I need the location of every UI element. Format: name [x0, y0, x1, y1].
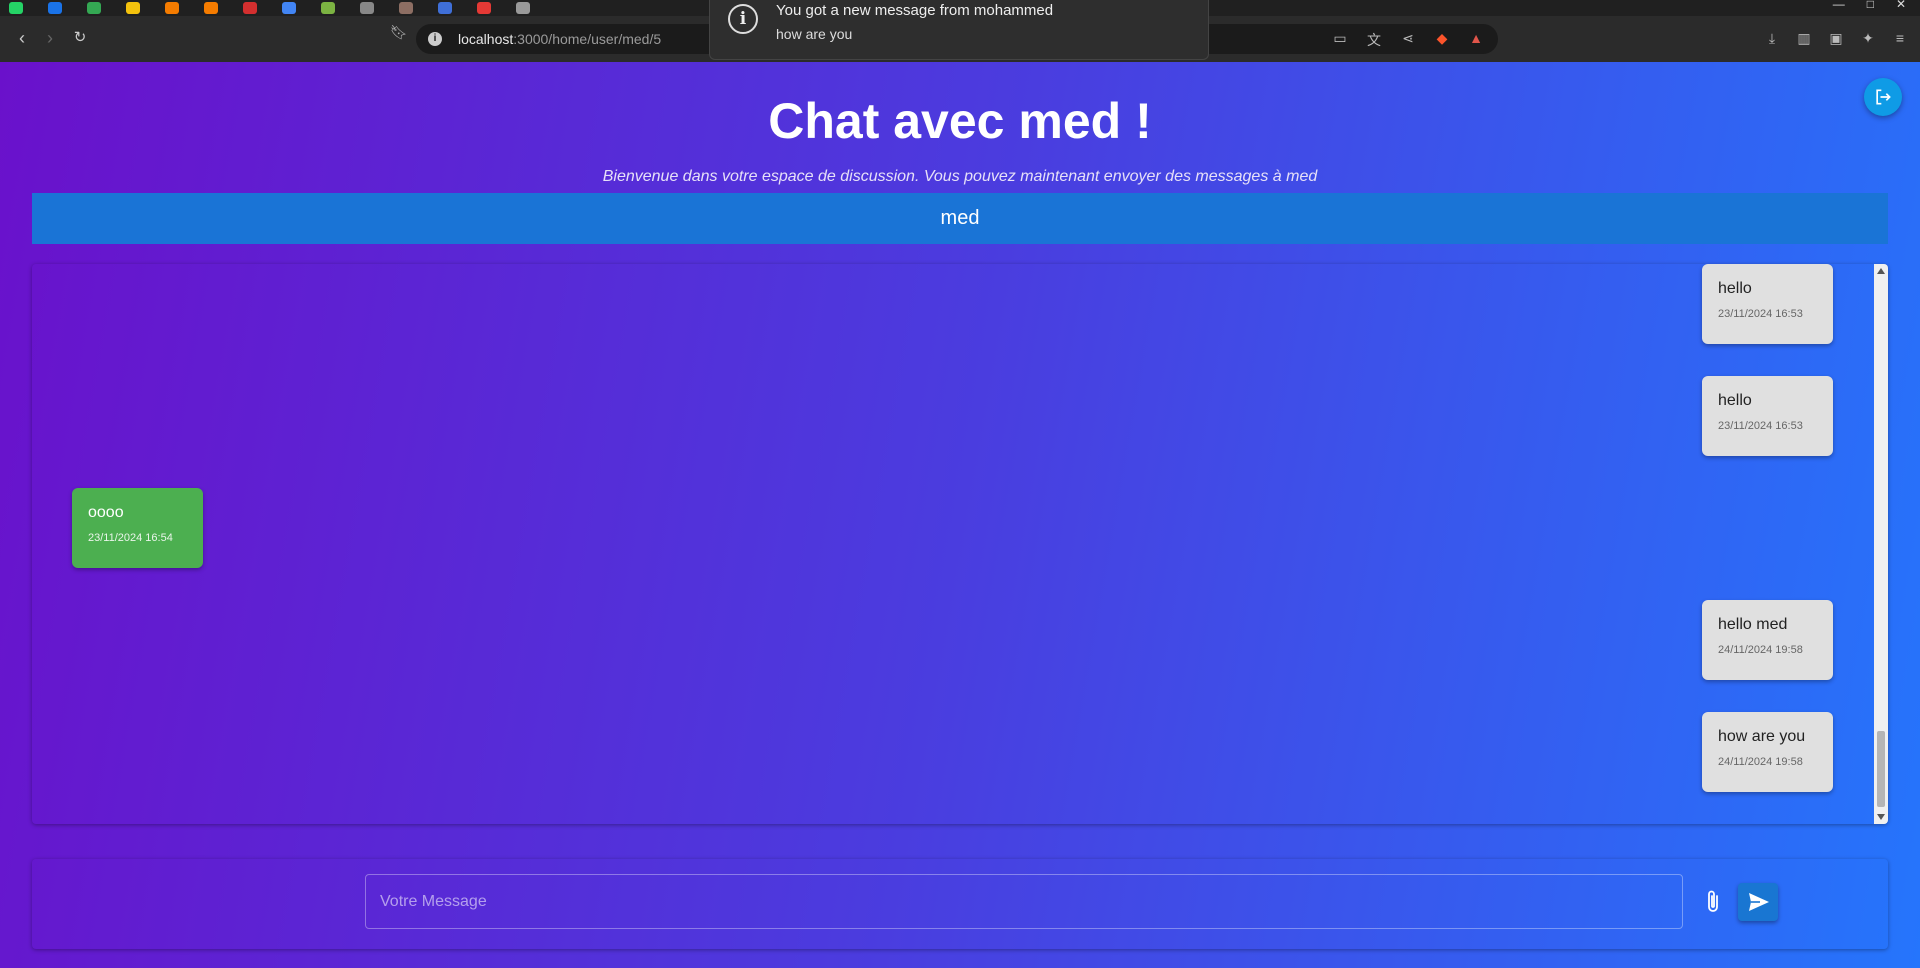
message-time: 24/11/2024 19:58 [1718, 644, 1803, 656]
recipient-header: med [32, 193, 1888, 244]
message-list[interactable]: hello 23/11/2024 16:53 hello 23/11/2024 … [32, 264, 1888, 824]
reload-icon[interactable]: ↻ [70, 28, 90, 48]
send-icon [1749, 893, 1769, 911]
message-input[interactable] [365, 874, 1683, 929]
page-subtitle: Bienvenue dans votre espace de discussio… [602, 168, 1318, 185]
paperclip-icon [1708, 890, 1718, 912]
chat-page: Chat avec med ! Bienvenue dans votre esp… [0, 62, 1920, 968]
logout-button[interactable] [1864, 78, 1902, 116]
attach-button[interactable] [1702, 889, 1724, 915]
toolbar-right-actions: ⤓ ▥ ▣ ✦ ≡ [1764, 30, 1908, 47]
cast-icon[interactable]: ▭ [1332, 30, 1348, 46]
close-window-icon[interactable]: ✕ [1896, 0, 1906, 10]
brave-rewards-icon[interactable]: ▲ [1468, 30, 1484, 46]
sidebar-icon[interactable]: ▥ [1796, 30, 1812, 47]
tab-favicon[interactable] [282, 2, 296, 14]
message-text: hello [1718, 392, 1752, 409]
message-composer [32, 859, 1888, 949]
url-host: localhost [458, 31, 514, 47]
tab-favicon[interactable] [438, 2, 452, 14]
message-text: how are you [1718, 728, 1806, 745]
maximize-icon[interactable]: □ [1867, 0, 1874, 10]
tab-favicon[interactable] [243, 2, 257, 14]
message-time: 23/11/2024 16:54 [88, 532, 173, 544]
minimize-icon[interactable]: — [1833, 0, 1845, 10]
site-info-icon[interactable]: i [428, 32, 442, 46]
leo-ai-icon[interactable]: ✦ [1860, 30, 1876, 47]
send-button[interactable] [1738, 883, 1778, 921]
tab-favicon[interactable] [87, 2, 101, 14]
brave-shields-icon[interactable]: ◆ [1434, 30, 1450, 46]
back-icon[interactable]: ‹ [12, 28, 32, 48]
notification-title: You got a new message from mohammed [776, 2, 1054, 19]
menu-icon[interactable]: ≡ [1892, 30, 1908, 47]
message-bubble-sent: how are you 24/11/2024 19:58 [1702, 712, 1833, 792]
message-time: 23/11/2024 16:53 [1718, 308, 1803, 320]
window-controls: — □ ✕ [1833, 0, 1906, 10]
tab-favicon[interactable] [165, 2, 179, 14]
logout-icon [1876, 89, 1891, 105]
forward-icon[interactable]: › [40, 28, 60, 48]
share-icon[interactable]: ⋖ [1400, 30, 1416, 46]
info-icon: i [728, 4, 758, 34]
tab-favicon[interactable] [9, 2, 23, 14]
address-bar-actions: ▭ 文 ⋖ ◆ ▲ [1332, 30, 1484, 48]
tab-favicon[interactable] [48, 2, 62, 14]
tab-favicon[interactable] [204, 2, 218, 14]
tab-favicon[interactable] [321, 2, 335, 14]
message-bubble-sent: hello 23/11/2024 16:53 [1702, 376, 1833, 456]
message-bubble-received: oooo 23/11/2024 16:54 [72, 488, 203, 568]
chat-scrollbar[interactable] [1874, 264, 1888, 824]
scroll-down-icon[interactable] [1877, 814, 1885, 820]
url-text[interactable]: localhost:3000/home/user/med/5 [458, 31, 661, 47]
message-text: oooo [88, 504, 124, 521]
message-time: 24/11/2024 19:58 [1718, 756, 1803, 768]
page-title: Chat avec med ! [768, 93, 1152, 149]
bookmark-icon[interactable]: 🔖︎ [390, 24, 408, 41]
tab-favicon[interactable] [399, 2, 413, 14]
message-text: hello med [1718, 616, 1788, 633]
tab-favicon[interactable] [477, 2, 491, 14]
tab-favicon[interactable] [126, 2, 140, 14]
url-path: :3000/home/user/med/5 [513, 31, 662, 47]
translate-icon[interactable]: 文 [1366, 30, 1382, 48]
wallet-icon[interactable]: ▣ [1828, 30, 1844, 47]
scroll-up-icon[interactable] [1877, 268, 1885, 274]
tab-favicon[interactable] [360, 2, 374, 14]
message-time: 23/11/2024 16:53 [1718, 420, 1803, 432]
scroll-thumb[interactable] [1877, 731, 1885, 807]
tab-favicon[interactable] [516, 2, 530, 14]
message-bubble-sent: hello 23/11/2024 16:53 [1702, 264, 1833, 344]
notification-body: how are you [776, 26, 853, 42]
message-bubble-sent: hello med 24/11/2024 19:58 [1702, 600, 1833, 680]
message-text: hello [1718, 280, 1752, 297]
download-icon[interactable]: ⤓ [1764, 30, 1780, 47]
notification-popup[interactable]: i You got a new message from mohammed ho… [709, 0, 1209, 60]
